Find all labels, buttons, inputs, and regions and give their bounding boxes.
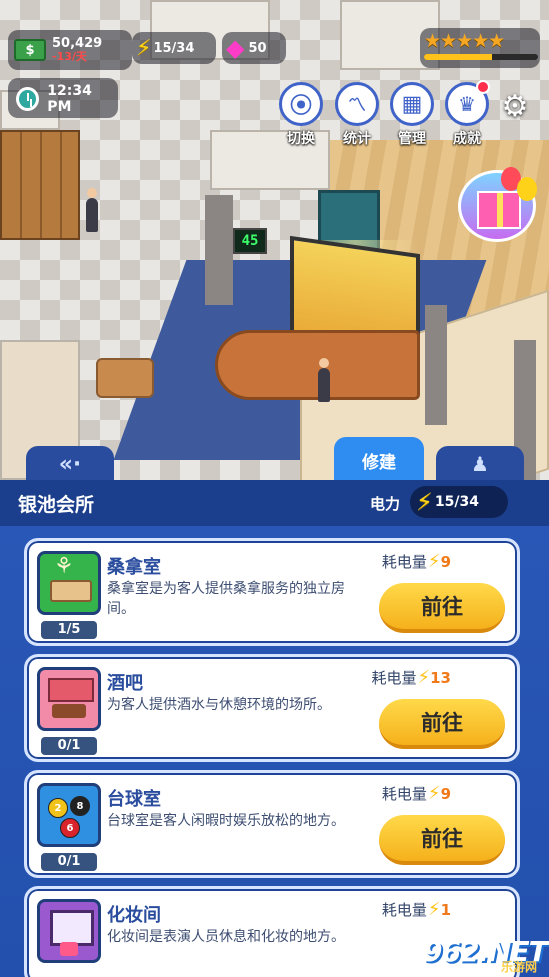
pillar	[205, 195, 233, 305]
lightning-icon: ⚡	[417, 667, 431, 688]
star-rating[interactable]: ★★★★★	[424, 30, 538, 66]
rating-progress-bar	[424, 54, 538, 60]
watermark-logo: 962.NET 乐游网	[423, 935, 548, 974]
clock-icon	[16, 87, 40, 111]
makeup-icon	[37, 899, 101, 963]
money-display: $ 50,429 -13/天	[8, 30, 138, 70]
grid-icon: ▦	[390, 82, 434, 126]
cost-value: 9	[440, 552, 451, 571]
room-name: 酒吧	[107, 673, 143, 694]
cost-label: 耗电量	[381, 901, 427, 919]
tab-build[interactable]: 修建	[334, 437, 424, 483]
character[interactable]	[318, 358, 330, 402]
lightning-icon: ⚡	[136, 35, 152, 61]
switch-label: 切换	[287, 131, 315, 147]
room-description: 桑拿室是为客人提供桑拿服务的独立房间。	[107, 581, 345, 617]
cost-label: 耗电量	[381, 785, 427, 803]
achievement-label: 成就	[453, 131, 481, 147]
room-description: 化妆间是表演人员休息和化妆的地方。	[107, 929, 345, 945]
room-name: 台球室	[107, 789, 161, 810]
money-amount: 50,429	[52, 35, 103, 51]
time-value: 12:34 PM	[47, 83, 92, 115]
gear-icon[interactable]: ⚙	[498, 90, 532, 124]
lightning-icon: ⚡	[427, 551, 441, 572]
game-scene[interactable]: 45 $ 50,429 -13/天 ⚡ 15/34 ◆ 50 ★★★★★ 12:…	[0, 0, 549, 480]
stats-button[interactable]: 〽 统计	[330, 82, 384, 148]
rating-progress-fill	[424, 54, 493, 60]
room-description: 为客人提供酒水与休憩环境的场所。	[107, 697, 331, 713]
room-name: 桑拿室	[107, 557, 161, 578]
power-cost: 耗电量 ⚡ 13	[371, 667, 451, 688]
power-cost: 耗电量 ⚡ 1	[382, 899, 451, 920]
cost-value: 1	[440, 900, 451, 919]
manage-label: 管理	[398, 131, 426, 147]
cost-label: 耗电量	[381, 553, 427, 571]
game-clock: 12:34 PM	[8, 80, 118, 118]
power-value: 15/34	[153, 40, 195, 56]
lightning-icon: ⚡	[427, 899, 441, 920]
gem-display[interactable]: ◆ 50	[226, 34, 296, 62]
build-panel: 银池会所 电力 ⚡ 15/34 1/5 桑拿室 桑拿室是为客人提供桑拿服务的独立…	[0, 480, 549, 977]
floor-sign: 45	[233, 228, 267, 254]
panel-power-value: 15/34	[434, 494, 479, 510]
room-card-bar: 0/1 酒吧 为客人提供酒水与休憩环境的场所。 耗电量 ⚡ 13 前往	[24, 654, 520, 762]
money-rate: -13/天	[52, 50, 87, 64]
stars-icon: ★★★★★	[424, 30, 505, 52]
ball-icon: 2	[48, 798, 68, 818]
character[interactable]	[86, 188, 98, 232]
cost-value: 13	[430, 668, 451, 687]
ball-icon: 6	[60, 818, 80, 838]
watermark-subtext: 乐游网	[500, 960, 537, 974]
power-cost: 耗电量 ⚡ 9	[382, 783, 451, 804]
power-display: ⚡ 15/34	[136, 34, 216, 62]
chart-icon: 〽	[335, 82, 379, 126]
stats-label: 统计	[343, 131, 371, 147]
room-name: 化妆间	[107, 905, 161, 926]
gift-icon	[477, 191, 521, 229]
sauna-icon	[37, 551, 101, 615]
room-card-billiards: 2 8 6 0/1 台球室 台球室是客人闲暇时娱乐放松的地方。 耗电量 ⚡ 9 前往	[24, 770, 520, 878]
ball-icon: 8	[70, 796, 90, 816]
panel-title: 银池会所	[18, 494, 95, 516]
sofa	[96, 358, 154, 398]
power-label: 电力	[370, 495, 401, 513]
go-button[interactable]: 前往	[379, 583, 505, 633]
go-button[interactable]: 前往	[379, 815, 505, 865]
room-card-sauna: 1/5 桑拿室 桑拿室是为客人提供桑拿服务的独立房间。 耗电量⚡9 前往	[24, 538, 520, 646]
person-icon: ♟	[471, 452, 489, 476]
back-tab[interactable]: «·	[26, 446, 114, 482]
gem-count: 50	[248, 40, 267, 56]
power-cost: 耗电量 ⚡ 9	[382, 551, 451, 572]
manage-button[interactable]: ▦ 管理	[385, 82, 439, 148]
go-button[interactable]: 前往	[379, 699, 505, 749]
bar-icon	[37, 667, 101, 731]
lightning-icon: ⚡	[427, 783, 441, 804]
cost-label: 耗电量	[371, 669, 417, 687]
panel-header: 银池会所 电力 ⚡ 15/34	[0, 480, 549, 526]
lightning-icon: ⚡	[416, 488, 433, 516]
cash-icon: $	[14, 39, 46, 61]
pillar	[425, 305, 447, 425]
cost-value: 9	[440, 784, 451, 803]
billiards-icon: 2 8 6	[37, 783, 101, 847]
lockers	[0, 130, 80, 240]
room-count: 0/1	[41, 737, 97, 755]
room-description: 台球室是客人闲暇时娱乐放松的地方。	[107, 813, 345, 829]
notification-dot	[476, 80, 490, 94]
diamond-icon: ◆	[226, 34, 245, 62]
achievement-button[interactable]: ♛ 成就	[440, 80, 494, 148]
gift-bonus-button[interactable]	[458, 167, 537, 242]
location-icon: ⦿	[279, 82, 323, 126]
switch-button[interactable]: ⦿ 切换	[274, 82, 328, 148]
balloon-icon	[517, 177, 537, 201]
tab-staff[interactable]: ♟	[436, 446, 524, 482]
room-count: 0/1	[41, 853, 97, 871]
panel-power-display: ⚡ 15/34	[410, 486, 508, 518]
room-count: 1/5	[41, 621, 97, 639]
